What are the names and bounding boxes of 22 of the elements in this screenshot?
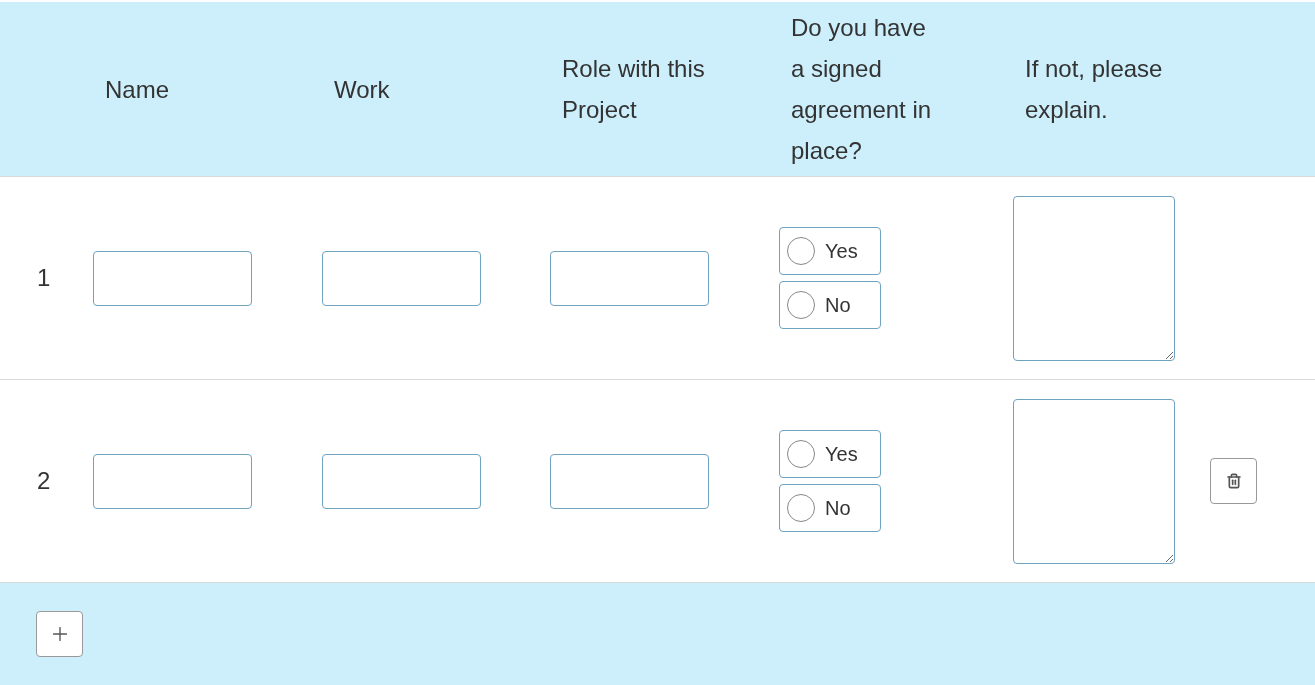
radio-option[interactable]: Yes [779,430,881,478]
row-number: 2 [37,467,51,494]
text-field[interactable] [550,250,709,306]
text-field[interactable] [93,250,252,306]
add-button[interactable] [36,611,83,657]
delete-button[interactable] [1210,458,1257,504]
column-header: Name [105,74,171,105]
text-field[interactable] [93,453,252,509]
text-field[interactable] [322,250,481,306]
column-header: Do you have a signed agreement in place? [791,13,933,166]
radio-option[interactable]: No [779,281,881,329]
explanation-field[interactable] [1013,195,1175,361]
row-number: 1 [37,264,51,291]
text-field[interactable] [322,453,481,509]
explanation-field[interactable] [1013,398,1175,564]
column-header: Work [334,74,391,105]
trash-icon [1225,473,1242,489]
radio-option[interactable]: No [779,484,881,532]
column-header: Role with this Project [562,54,706,125]
column-header: If not, please explain. [1025,54,1164,125]
radio-option[interactable]: Yes [779,227,881,275]
text-field[interactable] [550,453,709,509]
